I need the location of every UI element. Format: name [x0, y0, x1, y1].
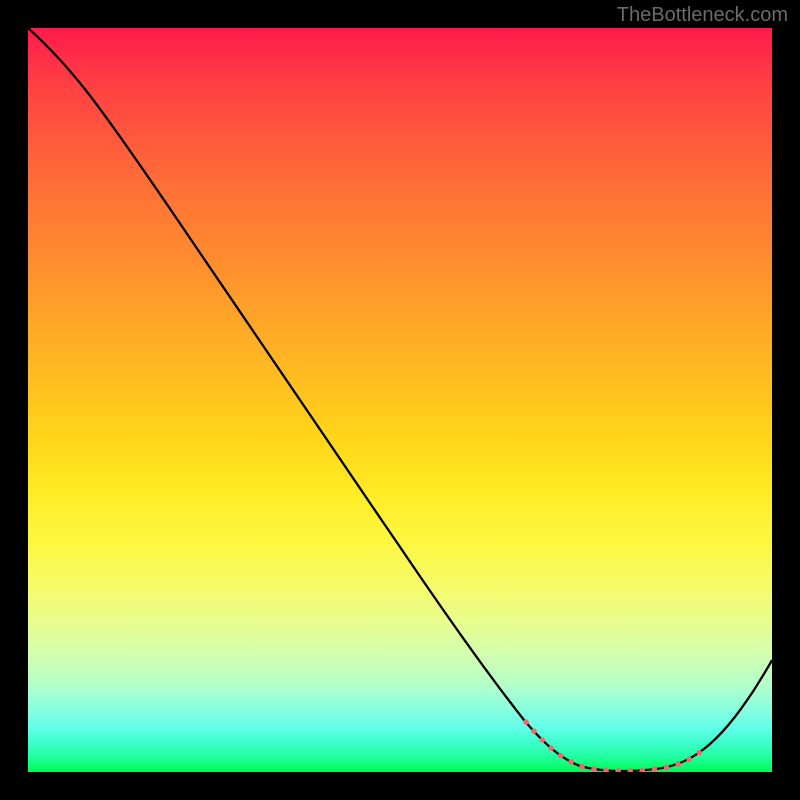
bottleneck-curve: [28, 28, 772, 771]
curve-svg: [28, 28, 772, 772]
plot-area: [28, 28, 772, 772]
dotted-valley: [526, 722, 700, 771]
chart-frame: [0, 0, 800, 800]
watermark-text: TheBottleneck.com: [617, 4, 788, 27]
